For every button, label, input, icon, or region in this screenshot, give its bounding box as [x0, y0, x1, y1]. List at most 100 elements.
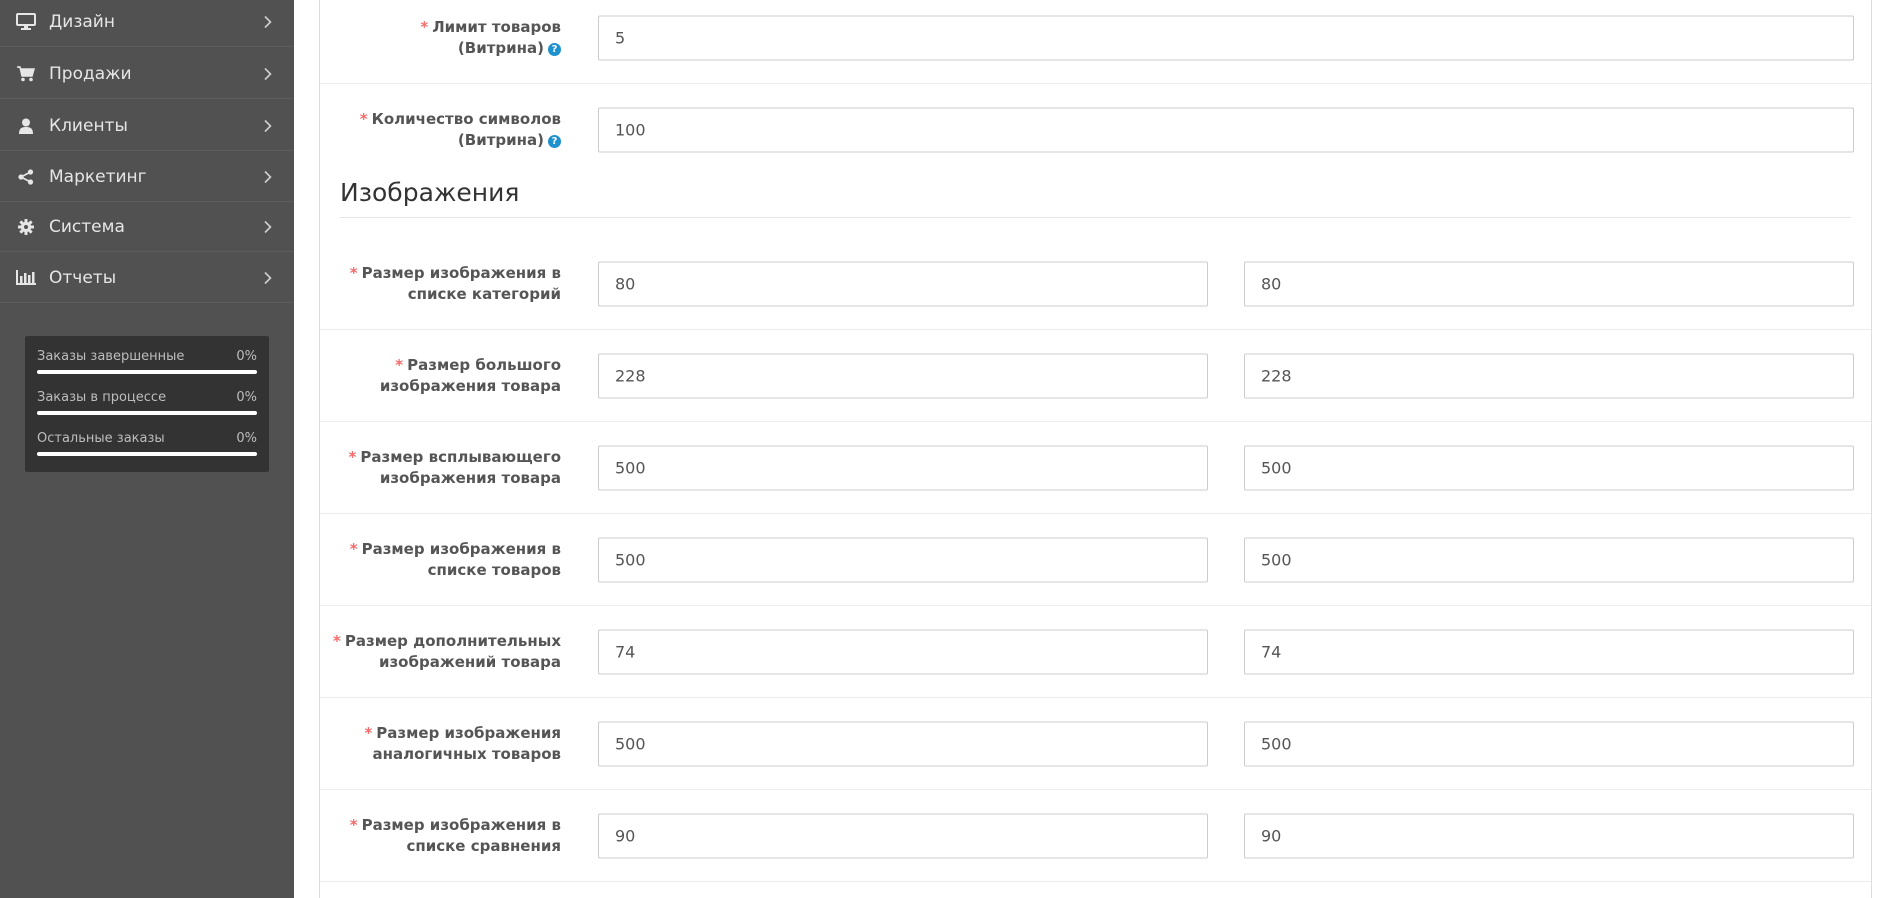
desktop-icon [15, 13, 37, 30]
chevron-right-icon [264, 67, 272, 80]
sidebar-item-label: Отчеты [49, 267, 117, 288]
share-icon [15, 168, 37, 185]
section-divider [340, 217, 1851, 218]
field-label: * Размер изображения в списке товаров [320, 539, 561, 581]
label-text: Количество символов [371, 110, 561, 128]
bar-chart-icon [15, 270, 37, 285]
image-thumb-width-input[interactable] [598, 353, 1208, 398]
field-label: * Размер всплывающего изображения товара [320, 447, 561, 489]
settings-form-panel: *Лимит товаров (Витрина)? *Количество си… [319, 0, 1872, 898]
section-title-images: Изображения [340, 178, 520, 207]
field-label: * Размер большого изображения товара [320, 355, 561, 397]
label-text: (Витрина) [457, 38, 544, 57]
shopping-cart-icon [15, 65, 37, 82]
description-length-input[interactable] [598, 107, 1854, 153]
form-row-image-compare: * Размер изображения в списке сравнения [320, 790, 1871, 882]
stat-completed-orders: Заказы завершенные 0% [37, 342, 257, 383]
form-row-image-related: * Размер изображения аналогичных товаров [320, 698, 1871, 790]
label-text: Размер изображения в [361, 539, 561, 558]
image-popup-height-input[interactable] [1244, 445, 1854, 490]
label-text: списке сравнения [406, 836, 561, 855]
label-text: изображений товара [378, 652, 561, 671]
label-text: Лимит товаров [432, 17, 561, 36]
sidebar-item-label: Дизайн [49, 11, 115, 32]
main-content: *Лимит товаров (Витрина)? *Количество си… [294, 0, 1889, 898]
label-text: Размер большого [407, 355, 561, 374]
required-marker: * [349, 815, 358, 834]
form-row-image-popup: * Размер всплывающего изображения товара [320, 422, 1871, 514]
label-text: изображения товара [379, 468, 561, 487]
field-label: * Размер изображения в списке сравнения [320, 815, 561, 857]
field-label: * Размер дополнительных изображений товар… [320, 631, 561, 673]
image-related-width-input[interactable] [598, 721, 1208, 766]
image-category-height-input[interactable] [1244, 261, 1854, 306]
field-label: * Количество символов (Витрина)? [320, 109, 561, 151]
label-text: списке товаров [427, 560, 561, 579]
image-thumb-height-input[interactable] [1244, 353, 1854, 398]
form-row-product-limit: * Лимит товаров (Витрина)? [320, 0, 1871, 84]
required-marker: * [395, 355, 404, 374]
progress-bar [37, 452, 257, 456]
help-icon[interactable]: ? [548, 135, 561, 148]
stat-processing-orders: Заказы в процессе 0% [37, 383, 257, 424]
chevron-right-icon [264, 119, 272, 132]
label-text: изображения товара [379, 376, 561, 395]
sidebar-item-customers[interactable]: Клиенты [0, 101, 294, 151]
order-stats-panel: Заказы завершенные 0% Заказы в процессе … [25, 336, 269, 472]
image-additional-width-input[interactable] [598, 629, 1208, 674]
required-marker: * [420, 17, 429, 36]
image-product-list-height-input[interactable] [1244, 537, 1854, 582]
image-compare-height-input[interactable] [1244, 813, 1854, 858]
field-label: * Размер изображения аналогичных товаров [320, 723, 561, 765]
stat-other-orders: Остальные заказы 0% [37, 424, 257, 465]
help-icon[interactable]: ? [548, 42, 561, 56]
chevron-right-icon [264, 170, 272, 183]
image-related-height-input[interactable] [1244, 721, 1854, 766]
sidebar-item-label: Система [49, 216, 125, 237]
product-limit-input[interactable] [598, 15, 1854, 60]
required-marker: * [348, 447, 357, 466]
form-row-image-product-list: * Размер изображения в списке товаров [320, 514, 1871, 606]
label-text: Размер изображения в [361, 815, 561, 834]
sidebar-item-design[interactable]: Дизайн [0, 0, 294, 47]
field-label: * Размер изображения в списке категорий [320, 263, 561, 305]
chevron-right-icon [264, 15, 272, 28]
label-text: Размер всплывающего [360, 447, 561, 466]
required-marker: * [349, 263, 358, 282]
sidebar-item-reports[interactable]: Отчеты [0, 253, 294, 303]
sidebar-item-label: Маркетинг [49, 166, 147, 187]
progress-bar [37, 411, 257, 415]
form-row-image-thumb: * Размер большого изображения товара [320, 330, 1871, 422]
sidebar-item-marketing[interactable]: Маркетинг [0, 152, 294, 202]
progress-bar [37, 370, 257, 374]
required-marker: * [364, 723, 373, 742]
stat-percent: 0% [236, 390, 257, 405]
label-text: (Витрина) [457, 131, 544, 149]
stat-label: Остальные заказы [37, 431, 165, 446]
label-text: списке категорий [407, 284, 561, 303]
sidebar-item-system[interactable]: Система [0, 202, 294, 252]
form-row-image-additional: * Размер дополнительных изображений товар… [320, 606, 1871, 698]
sidebar-item-label: Клиенты [49, 115, 128, 136]
stat-label: Заказы завершенные [37, 349, 185, 364]
label-text: Размер дополнительных [344, 631, 561, 650]
form-row-image-category: * Размер изображения в списке категорий [320, 238, 1871, 330]
label-text: аналогичных товаров [372, 744, 561, 763]
sidebar-item-sales[interactable]: Продажи [0, 49, 294, 99]
required-marker: * [333, 631, 341, 650]
chevron-right-icon [264, 220, 272, 233]
sidebar: Дизайн Продажи Клиенты Маркетинг Система… [0, 0, 294, 898]
image-compare-width-input[interactable] [598, 813, 1208, 858]
image-popup-width-input[interactable] [598, 445, 1208, 490]
sidebar-item-label: Продажи [49, 63, 132, 84]
image-category-width-input[interactable] [598, 261, 1208, 306]
stat-percent: 0% [236, 431, 257, 446]
chevron-right-icon [264, 271, 272, 284]
image-additional-height-input[interactable] [1244, 629, 1854, 674]
stat-percent: 0% [236, 349, 257, 364]
required-marker: * [349, 539, 358, 558]
stat-label: Заказы в процессе [37, 390, 167, 405]
gear-icon [15, 218, 37, 235]
image-product-list-width-input[interactable] [598, 537, 1208, 582]
form-row-description-length: * Количество символов (Витрина)? [320, 84, 1871, 176]
